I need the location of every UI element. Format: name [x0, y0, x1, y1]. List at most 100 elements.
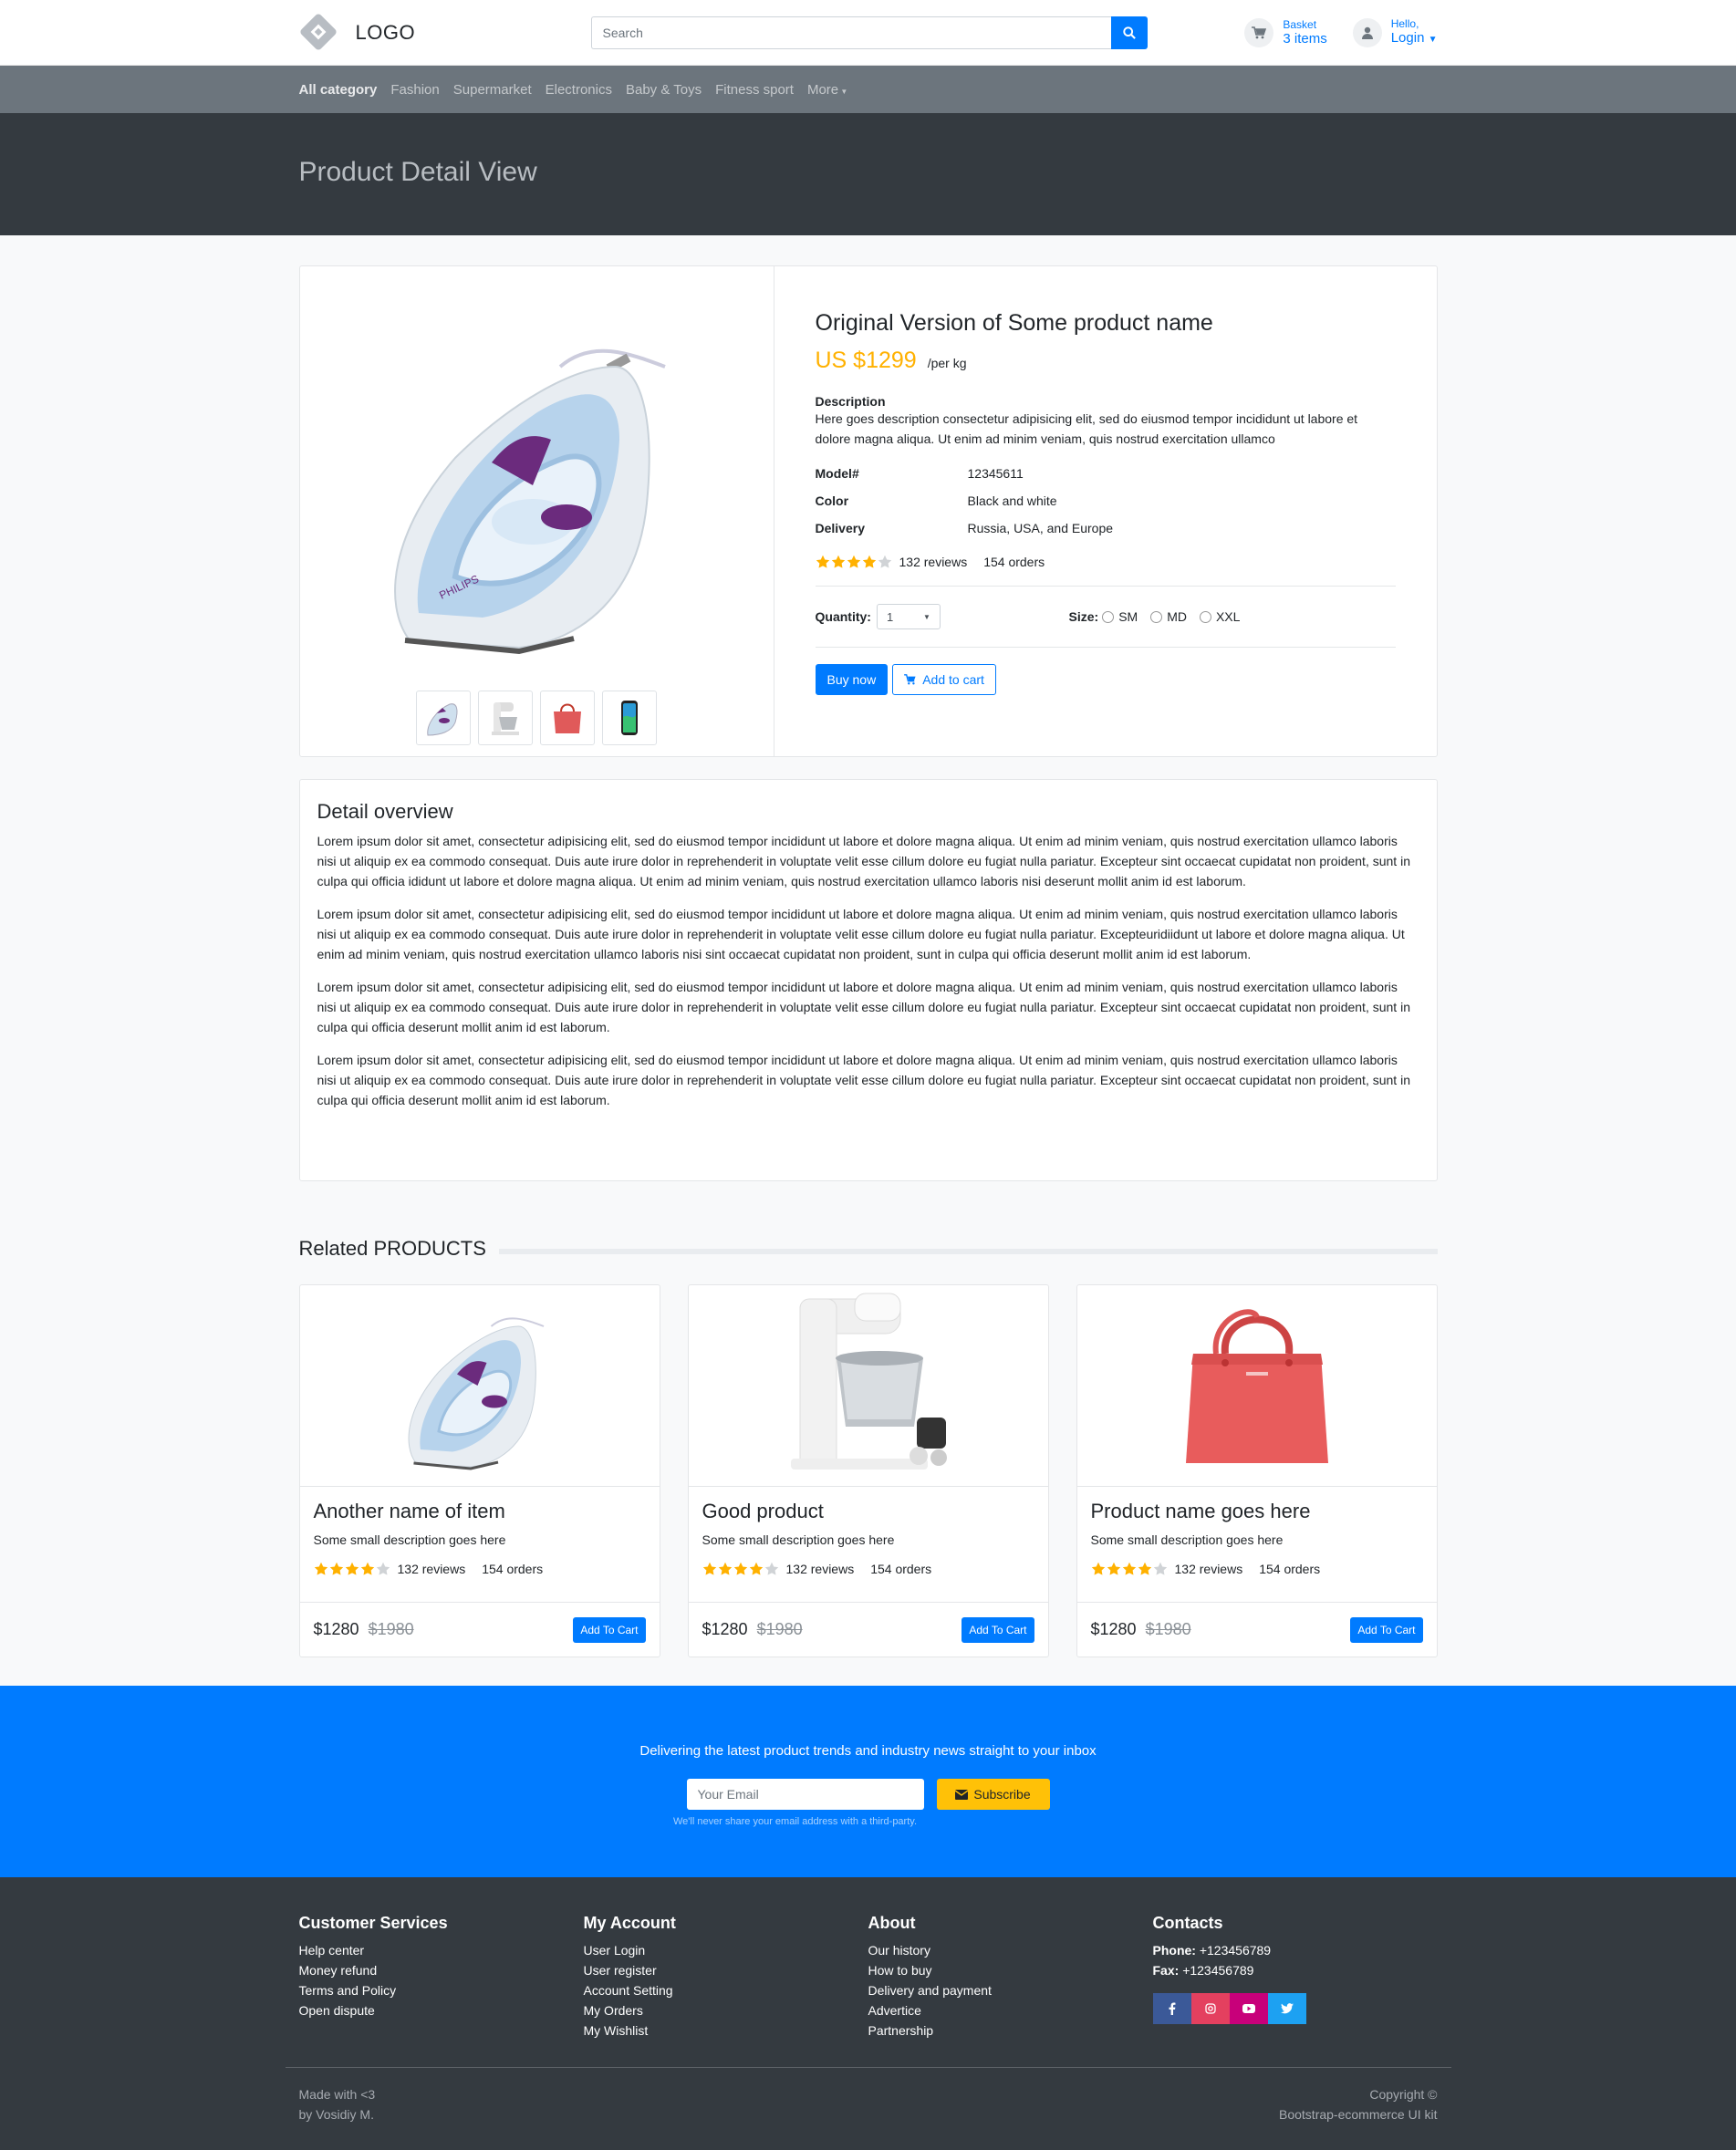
product-rating: 132 reviews 154 orders: [816, 555, 1396, 569]
order-count: 154 orders: [1259, 1562, 1321, 1576]
footer-link[interactable]: Open dispute: [299, 2000, 584, 2020]
product-price: $1280: [1090, 1620, 1137, 1638]
product-image[interactable]: [688, 1285, 1048, 1487]
product-title: Original Version of Some product name: [815, 310, 1213, 336]
radio-icon: [1150, 610, 1163, 623]
radio-icon: [1102, 610, 1115, 623]
size-option-xxl[interactable]: XXL: [1199, 609, 1240, 624]
user-widget[interactable]: Hello, Login ▼: [1352, 17, 1438, 48]
footer-link[interactable]: User Login: [584, 1940, 868, 1960]
spec-value: Black and white: [967, 493, 1057, 508]
footer-link[interactable]: My Wishlist: [584, 2020, 868, 2041]
facebook-icon[interactable]: [1152, 1993, 1191, 2024]
login-link[interactable]: Login ▼: [1391, 30, 1438, 48]
nav-item-baby-toys[interactable]: Baby & Toys: [626, 82, 702, 98]
footer-col-contacts: Contacts Phone: +123456789 Fax: +1234567…: [1152, 1914, 1438, 2067]
quantity-select[interactable]: 1 ▼: [876, 604, 941, 629]
footer-link[interactable]: Account Setting: [584, 1980, 868, 2000]
add-to-cart-button[interactable]: Add To Cart: [573, 1616, 646, 1643]
product-desc: Some small description goes here: [1090, 1532, 1284, 1547]
instagram-icon[interactable]: [1190, 1993, 1230, 2024]
spec-row-model: Model# 12345611: [816, 460, 1396, 487]
quantity-value: 1: [886, 609, 894, 624]
product-details: Original Version of Some product name US…: [774, 266, 1437, 756]
product-name[interactable]: Good product: [702, 1500, 1034, 1523]
copyright-owner: Bootstrap-ecommerce UI kit: [1279, 2107, 1438, 2122]
thumbnail-iron[interactable]: [415, 691, 471, 745]
basket-label: Basket: [1283, 18, 1317, 31]
product-old-price: $1980: [1145, 1620, 1191, 1638]
phone-value: +123456789: [1199, 1943, 1272, 1958]
buy-now-button[interactable]: Buy now: [815, 664, 889, 695]
product-image[interactable]: [1076, 1285, 1437, 1487]
overview-paragraph: Lorem ipsum dolor sit amet, consectetur …: [317, 907, 1405, 961]
radio-icon: [1199, 610, 1211, 623]
basket-widget[interactable]: Basket 3 items: [1244, 18, 1327, 47]
star-icon: [862, 555, 876, 568]
iron-image: [408, 1317, 544, 1470]
product-image[interactable]: [299, 1285, 660, 1487]
product-card-small: Good product Some small description goes…: [687, 1284, 1049, 1657]
product-card: PHILIPS Original Version of Some product…: [298, 265, 1438, 757]
product-card-small: Product name goes here Some small descri…: [1076, 1284, 1438, 1657]
nav-item-supermarket[interactable]: Supermarket: [453, 82, 532, 98]
size-option-sm[interactable]: SM: [1102, 609, 1138, 624]
footer-link[interactable]: Delivery and payment: [868, 1980, 1153, 2000]
email-field[interactable]: [686, 1779, 924, 1810]
star-icon: [733, 1562, 747, 1575]
product-rating: 132 reviews 154 orders: [314, 1562, 646, 1576]
nav-item-electronics[interactable]: Electronics: [546, 82, 612, 98]
footer-link[interactable]: User register: [584, 1960, 868, 1980]
youtube-icon[interactable]: [1229, 1993, 1268, 2024]
footer-link[interactable]: Our history: [868, 1940, 1153, 1960]
product-name[interactable]: Product name goes here: [1091, 1500, 1423, 1523]
footer-link[interactable]: Advertice: [868, 2000, 1153, 2020]
add-to-cart-button[interactable]: Add To Cart: [1350, 1616, 1423, 1643]
logo[interactable]: LOGO: [298, 12, 591, 52]
nav-item-more[interactable]: More ▼: [807, 82, 847, 98]
search-icon: [1122, 26, 1136, 39]
rating-stars: [816, 555, 892, 569]
star-icon: [718, 1562, 732, 1575]
thumbnail-phone[interactable]: [601, 691, 657, 745]
product-old-price: $1980: [368, 1620, 414, 1638]
select-caret-icon: ▼: [923, 612, 930, 621]
caret-down-icon: ▼: [838, 87, 848, 96]
spec-label: Color: [815, 493, 849, 508]
add-to-cart-button[interactable]: Add to cart: [892, 664, 996, 695]
star-icon: [847, 555, 860, 568]
search-button[interactable]: [1110, 16, 1148, 49]
size-option-label: MD: [1167, 609, 1187, 624]
footer-link[interactable]: Help center: [299, 1940, 584, 1960]
star-icon: [816, 555, 829, 568]
footer-col-about: About Our history How to buy Delivery an…: [868, 1914, 1153, 2067]
footer-link[interactable]: Terms and Policy: [299, 1980, 584, 2000]
phone-line: Phone: +123456789: [1153, 1940, 1438, 1960]
footer-link[interactable]: Money refund: [299, 1960, 584, 1980]
nav-item-all-category[interactable]: All category: [299, 82, 378, 98]
subscribe-button[interactable]: Subscribe: [936, 1779, 1050, 1810]
twitter-icon[interactable]: [1267, 1993, 1306, 2024]
product-name[interactable]: Another name of item: [314, 1500, 646, 1523]
footer-link[interactable]: Partnership: [868, 2020, 1153, 2041]
thumbnail-mixer[interactable]: [477, 691, 533, 745]
fax-value: +123456789: [1182, 1963, 1254, 1978]
related-title: Related PRODUCTS: [298, 1237, 486, 1260]
star-icon: [1107, 1562, 1120, 1575]
review-count: 132 reviews: [397, 1562, 466, 1576]
product-main-image[interactable]: PHILIPS: [355, 303, 720, 668]
nav-item-fitness-sport[interactable]: Fitness sport: [715, 82, 794, 98]
star-icon: [764, 1562, 778, 1575]
size-option-md[interactable]: MD: [1150, 609, 1187, 624]
footer-link[interactable]: My Orders: [584, 2000, 868, 2020]
product-description: Here goes description consectetur adipis…: [815, 411, 1358, 446]
search-input[interactable]: [590, 16, 1111, 49]
footer-link[interactable]: How to buy: [868, 1960, 1153, 1980]
add-to-cart-button[interactable]: Add To Cart: [962, 1616, 1034, 1643]
star-icon: [1153, 1562, 1167, 1575]
thumbnail-bag[interactable]: [539, 691, 595, 745]
nav-item-fashion[interactable]: Fashion: [390, 82, 439, 98]
order-count: 154 orders: [870, 1562, 932, 1576]
star-icon: [878, 555, 891, 568]
review-count: 132 reviews: [1174, 1562, 1243, 1576]
